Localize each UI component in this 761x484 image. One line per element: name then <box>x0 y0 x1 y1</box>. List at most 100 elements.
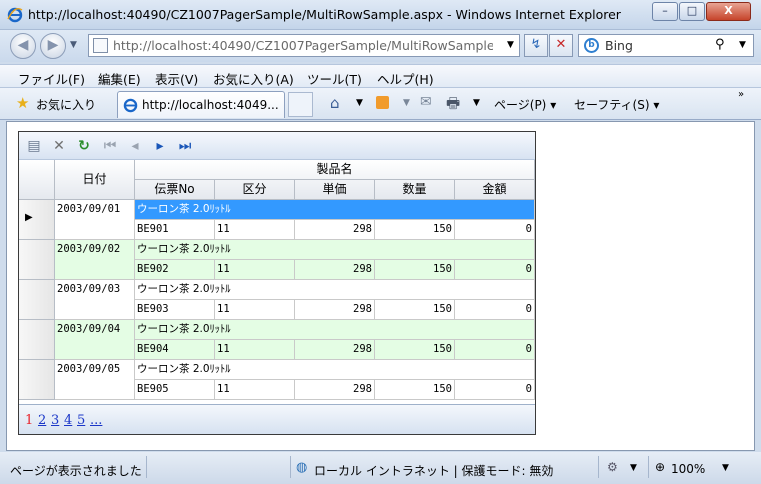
search-icon[interactable]: ⚲ <box>715 37 725 52</box>
cell-date[interactable]: 2003/09/02 <box>55 240 135 280</box>
cell-slip[interactable]: BE901 <box>135 220 215 240</box>
refresh-button[interactable]: ↯ <box>524 34 548 57</box>
arrow-left-icon: ◀ <box>17 37 29 53</box>
stop-button[interactable]: ✕ <box>549 34 573 57</box>
cell-category[interactable]: 11 <box>215 340 295 360</box>
add-row-icon[interactable]: ▤ <box>25 137 43 155</box>
cell-category[interactable]: 11 <box>215 220 295 240</box>
cell-amount[interactable]: 0 <box>455 340 535 360</box>
cell-qty[interactable]: 150 <box>375 260 455 280</box>
chevron-down-icon[interactable]: ▼ <box>739 40 746 50</box>
chevron-down-icon[interactable]: ▼ <box>70 40 77 50</box>
new-tab-button[interactable] <box>288 92 313 117</box>
chevron-down-icon[interactable]: ▼ <box>630 463 637 473</box>
page-link-5[interactable]: 5 <box>77 413 85 428</box>
chevron-down-icon[interactable]: ▼ <box>356 98 363 108</box>
cell-amount[interactable]: 0 <box>455 300 535 320</box>
delete-icon[interactable]: ✕ <box>50 137 68 155</box>
page-menu[interactable]: ページ(P) ▾ <box>494 96 556 113</box>
safety-menu[interactable]: セーフティ(S) ▾ <box>574 96 659 113</box>
cell-qty[interactable]: 150 <box>375 220 455 240</box>
cell-price[interactable]: 298 <box>295 300 375 320</box>
home-icon[interactable]: ⌂ <box>330 94 340 112</box>
cell-date[interactable]: 2003/09/01 <box>55 200 135 240</box>
cell-date[interactable]: 2003/09/03 <box>55 280 135 320</box>
security-zone[interactable]: ローカル イントラネット | 保護モード: 無効 <box>314 462 553 479</box>
menu-tools[interactable]: ツール(T) <box>307 69 362 88</box>
page-link-3[interactable]: 3 <box>51 413 59 428</box>
address-bar[interactable]: http://localhost:40490/CZ1007PagerSample… <box>88 34 520 57</box>
header-price: 単価 <box>295 180 375 200</box>
cell-slip[interactable]: BE905 <box>135 380 215 400</box>
minimize-button[interactable]: – <box>652 2 678 21</box>
zoom-level[interactable]: 100% <box>671 462 705 476</box>
last-page-icon[interactable]: ⏭ <box>176 137 194 155</box>
row-header[interactable] <box>19 280 55 320</box>
feed-icon[interactable] <box>376 96 389 109</box>
refresh-icon[interactable]: ↻ <box>75 137 93 155</box>
cell-category[interactable]: 11 <box>215 260 295 280</box>
cell-product[interactable]: ウーロン茶 2.0ﾘｯﾄﾙ <box>135 240 535 260</box>
cell-slip[interactable]: BE904 <box>135 340 215 360</box>
cell-qty[interactable]: 150 <box>375 380 455 400</box>
close-button[interactable]: X <box>706 2 751 21</box>
menu-favorites[interactable]: お気に入り(A) <box>213 69 294 88</box>
forward-button[interactable]: ▶ <box>40 33 66 59</box>
cell-amount[interactable]: 0 <box>455 260 535 280</box>
cell-price[interactable]: 298 <box>295 340 375 360</box>
cell-slip[interactable]: BE902 <box>135 260 215 280</box>
row-header[interactable]: ▶ <box>19 200 55 240</box>
menu-view[interactable]: 表示(V) <box>155 69 198 88</box>
previous-icon[interactable]: ◂ <box>126 137 144 155</box>
cell-product[interactable]: ウーロン茶 2.0ﾘｯﾄﾙ <box>135 200 535 220</box>
cell-date[interactable]: 2003/09/05 <box>55 360 135 400</box>
cell-slip[interactable]: BE903 <box>135 300 215 320</box>
grid-toolbar: ▤ ✕ ↻ ⏮ ◂ ▸ ⏭ <box>19 132 535 160</box>
page-link-1[interactable]: 1 <box>25 413 33 428</box>
address-input[interactable]: http://localhost:40490/CZ1007PagerSample… <box>113 38 493 53</box>
chevron-down-icon[interactable]: ▼ <box>473 98 480 108</box>
maximize-button[interactable]: □ <box>679 2 705 21</box>
first-page-icon[interactable]: ⏮ <box>101 137 119 155</box>
favorites-button[interactable]: お気に入り <box>36 96 96 113</box>
protected-mode-icon[interactable]: ⚙ <box>607 460 618 474</box>
chevron-down-icon[interactable]: ▼ <box>403 98 410 108</box>
cell-price[interactable]: 298 <box>295 380 375 400</box>
chevron-more-icon[interactable]: » <box>738 89 744 100</box>
menu-edit[interactable]: 編集(E) <box>98 69 141 88</box>
row-header[interactable] <box>19 320 55 360</box>
mail-icon[interactable]: ✉ <box>420 94 432 110</box>
search-box[interactable]: b Bing ⚲ ▼ <box>578 34 754 57</box>
cell-category[interactable]: 11 <box>215 300 295 320</box>
cell-qty[interactable]: 150 <box>375 340 455 360</box>
current-row-arrow-icon: ▶ <box>25 212 33 223</box>
cell-product[interactable]: ウーロン茶 2.0ﾘｯﾄﾙ <box>135 360 535 380</box>
status-divider <box>598 456 599 478</box>
search-input[interactable]: Bing <box>605 38 633 53</box>
page-link-more[interactable]: ... <box>90 413 102 428</box>
row-header[interactable] <box>19 240 55 280</box>
cell-amount[interactable]: 0 <box>455 220 535 240</box>
cell-category[interactable]: 11 <box>215 380 295 400</box>
cell-product[interactable]: ウーロン茶 2.0ﾘｯﾄﾙ <box>135 320 535 340</box>
cell-price[interactable]: 298 <box>295 220 375 240</box>
row-header[interactable] <box>19 360 55 400</box>
page-link-2[interactable]: 2 <box>38 413 46 428</box>
back-button[interactable]: ◀ <box>10 33 36 59</box>
print-icon[interactable]: 🖶 <box>446 93 460 118</box>
cell-date[interactable]: 2003/09/04 <box>55 320 135 360</box>
page-link-4[interactable]: 4 <box>64 413 72 428</box>
menu-help[interactable]: ヘルプ(H) <box>377 69 434 88</box>
chevron-down-icon[interactable]: ▼ <box>507 40 514 50</box>
next-icon[interactable]: ▸ <box>151 137 169 155</box>
cell-product[interactable]: ウーロン茶 2.0ﾘｯﾄﾙ <box>135 280 535 300</box>
ie-logo-icon <box>123 98 138 113</box>
browser-tab[interactable]: http://localhost:4049... <box>117 91 285 118</box>
cell-qty[interactable]: 150 <box>375 300 455 320</box>
cell-price[interactable]: 298 <box>295 260 375 280</box>
zoom-icon[interactable]: ⊕ <box>655 460 665 474</box>
menu-file[interactable]: ファイル(F) <box>18 69 85 88</box>
cell-amount[interactable]: 0 <box>455 380 535 400</box>
chevron-down-icon[interactable]: ▼ <box>722 463 729 473</box>
page-menu-label: ページ(P) <box>494 98 547 112</box>
